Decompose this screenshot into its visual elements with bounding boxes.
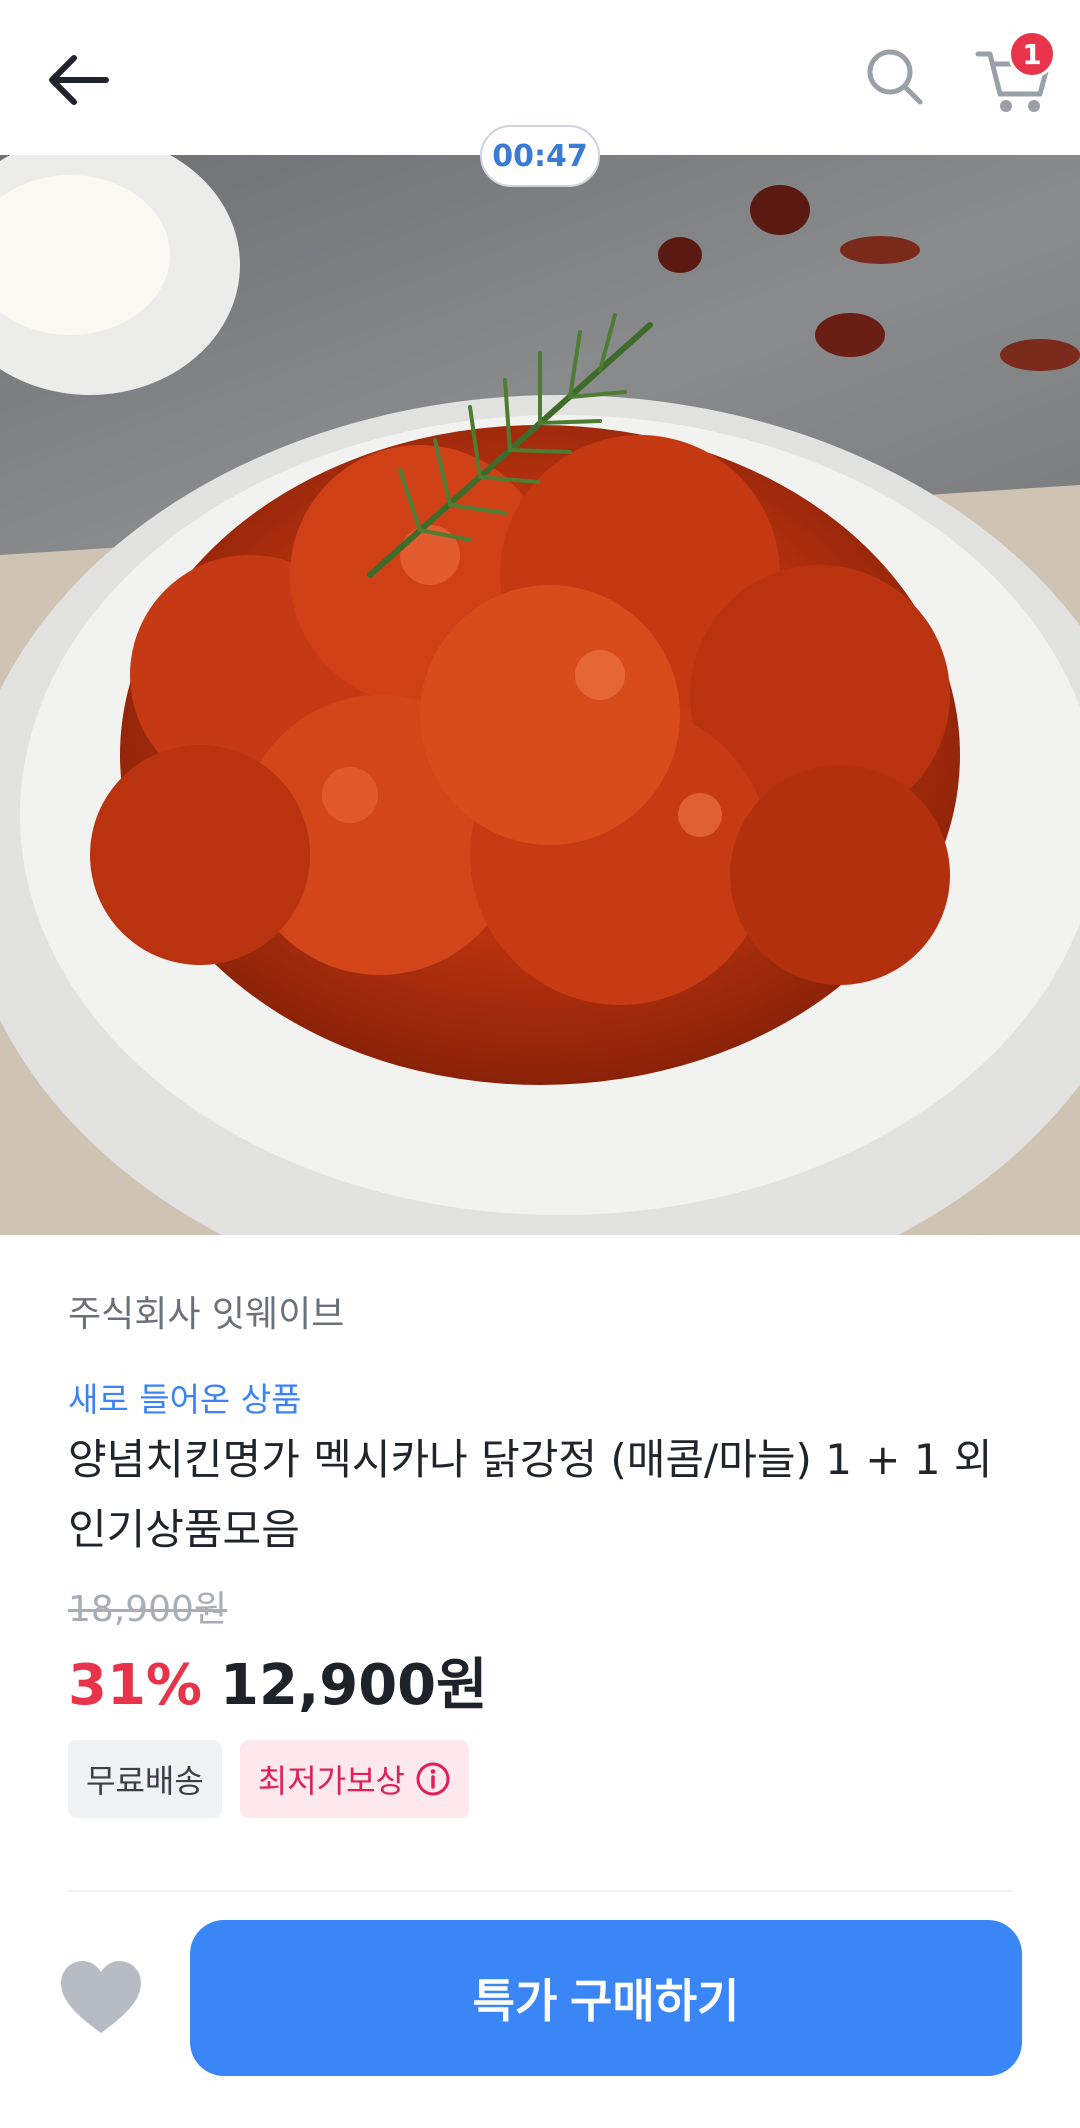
original-price: 18,900원 [68,1589,228,1630]
free-shipping-tag: 무료배송 [68,1740,222,1818]
countdown-timer: 00:47 [480,125,600,187]
info-icon[interactable] [415,1761,451,1797]
product-image[interactable] [0,155,1080,1235]
product-tags: 무료배송 최저가보상 [68,1740,469,1818]
lowest-price-tag[interactable]: 최저가보상 [239,1740,469,1818]
wishlist-button[interactable] [56,1955,146,2045]
lowest-price-label: 최저가보상 [257,1762,405,1800]
divider [68,1890,1012,1892]
buy-button[interactable]: 특가 구매하기 [190,1920,1022,2076]
discount-rate: 31% [68,1653,203,1718]
back-button[interactable] [40,40,120,120]
new-product-label: 새로 들어온 상품 [68,1380,302,1419]
product-title: 양념치킨명가 멕시카나 닭강정 (매콤/마늘) 1 + 1 외 인기상품모음 [68,1435,993,1554]
sale-price: 12,900원 [220,1653,488,1718]
price-row: 31% 12,900원 [68,1640,488,1721]
heart-icon [61,1961,141,2033]
search-button[interactable] [860,42,930,112]
free-shipping-label: 무료배송 [86,1762,204,1800]
search-icon [867,49,923,105]
cart-count-badge: 1 [1008,30,1056,78]
seller-name[interactable]: 주식회사 잇웨이브 [68,1285,344,1337]
arrow-left-icon [49,55,109,105]
product-photo [0,155,1080,1235]
